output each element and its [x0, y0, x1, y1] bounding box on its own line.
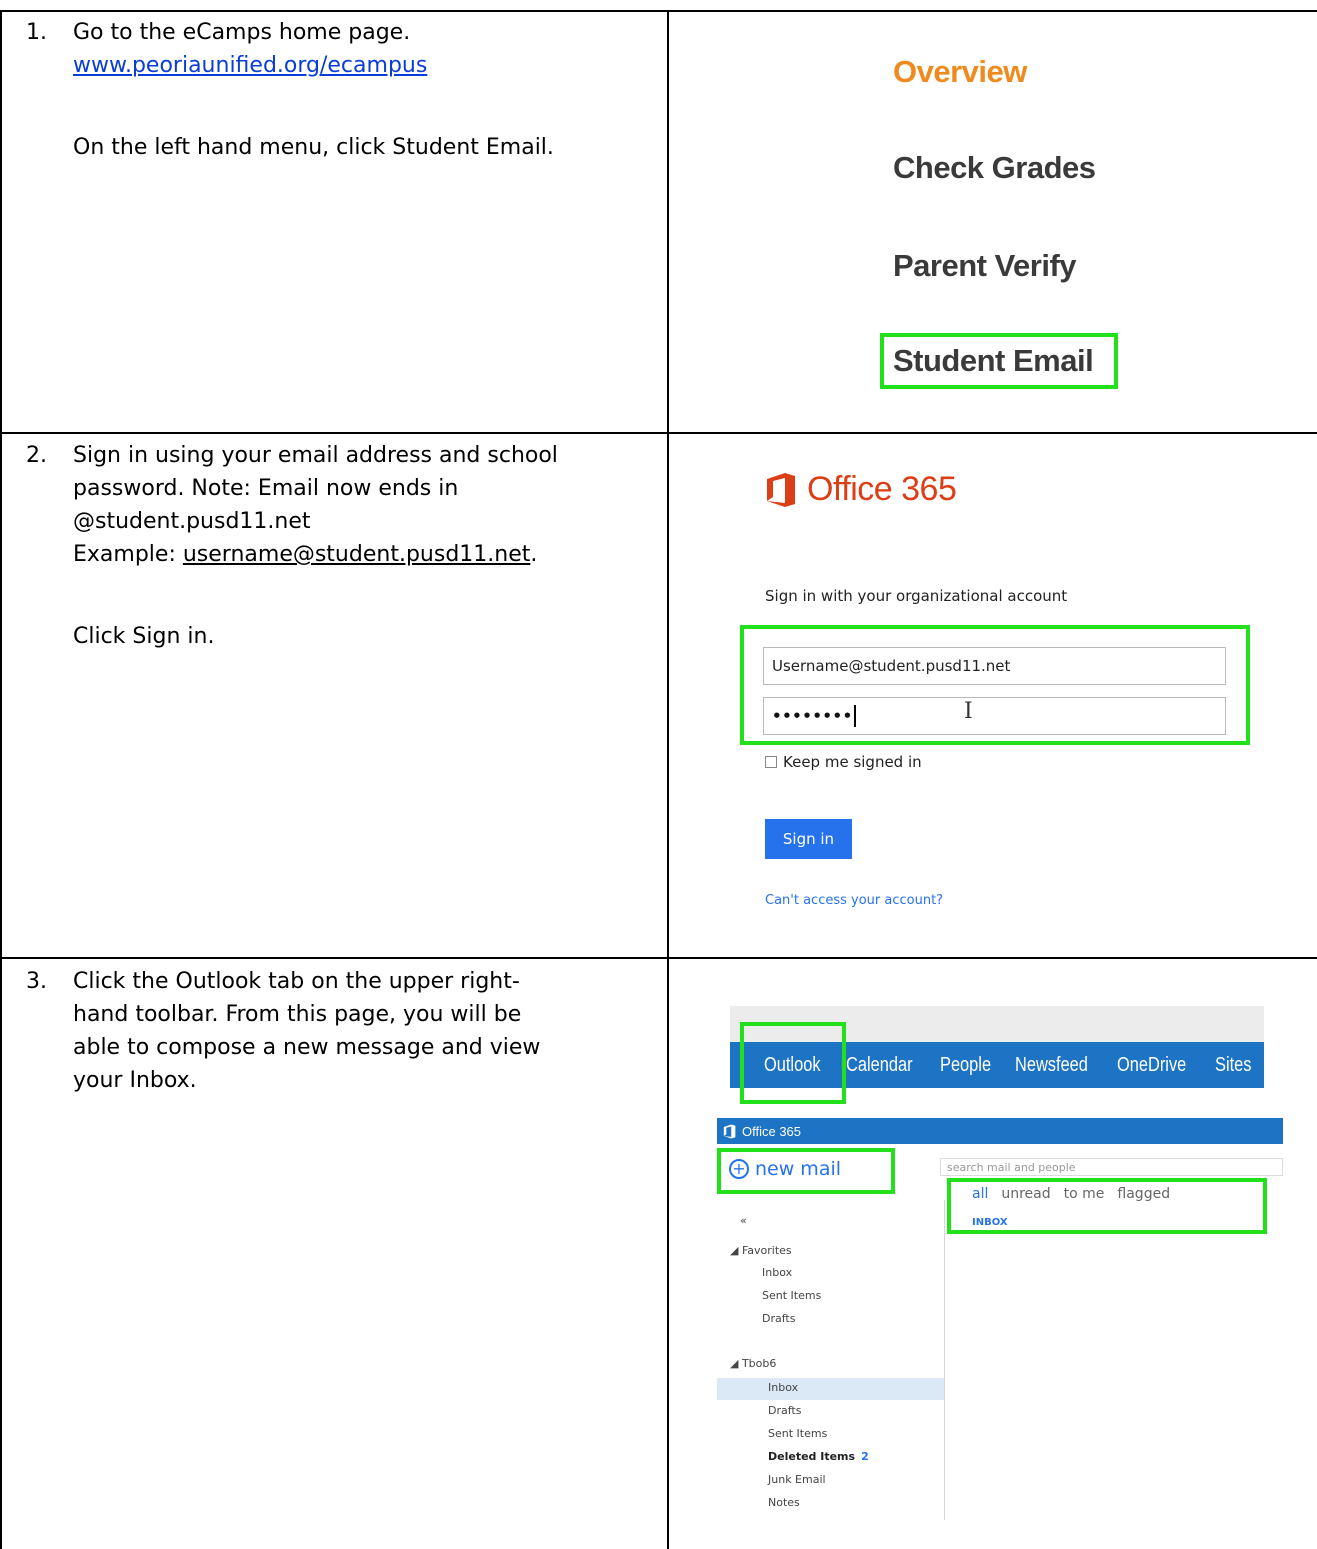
selected-folder-highlight [717, 1378, 944, 1400]
step-3-number: 3. [26, 969, 47, 994]
highlight-outlook-tab [740, 1022, 846, 1104]
nav-newsfeed[interactable]: Newsfeed [1015, 1054, 1088, 1077]
step-1-instruction: On the left hand menu, click Student Ema… [73, 135, 554, 160]
menu-item-check-grades[interactable]: Check Grades [893, 150, 1096, 186]
table-border-top [0, 10, 1317, 12]
signin-heading: Sign in with your organizational account [765, 587, 1068, 605]
office-icon-small [723, 1124, 736, 1138]
office365-logo-text: Office 365 [807, 470, 957, 508]
nav-people[interactable]: People [940, 1054, 991, 1077]
keep-signed-in-checkbox[interactable] [765, 756, 777, 768]
highlight-new-mail [717, 1148, 895, 1194]
folder-junk-email[interactable]: Junk Email [768, 1473, 826, 1486]
folder-deleted-items-label: Deleted Items [768, 1450, 856, 1463]
account-header[interactable]: ◢ Tbob6 [730, 1357, 776, 1370]
table-row-divider-1 [0, 432, 1317, 434]
example-period: . [530, 542, 538, 567]
step-1-line1: Go to the eCamps home page. [73, 20, 411, 45]
example-label: Example: [73, 542, 183, 567]
office-icon [767, 472, 795, 507]
step-3-line3: able to compose a new message and view [73, 1035, 541, 1060]
nav-sites[interactable]: Sites [1215, 1054, 1251, 1077]
example-email: username@student.pusd11.net [182, 542, 531, 567]
step-1-number: 1. [26, 20, 47, 45]
highlight-credentials [740, 625, 1250, 745]
step-2-line1: Sign in using your email address and sch… [73, 443, 558, 468]
step-2-line2: password. Note: Email now ends in [73, 476, 459, 501]
nav-more-icon[interactable]: ••• [1272, 1057, 1284, 1073]
nav-calendar[interactable]: Calendar [846, 1054, 913, 1077]
office365-bar: Office 365 [717, 1118, 1283, 1144]
office365-logo: Office 365 [765, 470, 957, 509]
table-row-divider-2 [0, 957, 1317, 959]
keep-signed-in-label: Keep me signed in [783, 753, 922, 771]
signin-button[interactable]: Sign in [765, 819, 852, 859]
cant-access-link[interactable]: Can't access your account? [765, 893, 943, 908]
office365-bar-label: Office 365 [742, 1123, 802, 1139]
folder-pane-divider [944, 1200, 945, 1520]
menu-item-overview[interactable]: Overview [893, 54, 1027, 90]
folder-drafts[interactable]: Drafts [768, 1404, 801, 1417]
table-border-left [0, 10, 2, 1549]
step-3-line2: hand toolbar. From this page, you will b… [73, 1002, 522, 1027]
step-3-line1: Click the Outlook tab on the upper right… [73, 969, 520, 994]
collapse-icon[interactable]: « [740, 1214, 747, 1227]
favorite-drafts[interactable]: Drafts [762, 1312, 795, 1325]
table-column-divider [667, 10, 669, 1549]
folder-sent-items[interactable]: Sent Items [768, 1427, 827, 1440]
deleted-count-badge: 2 [861, 1450, 869, 1463]
step-2-number: 2. [26, 443, 47, 468]
favorite-sent-items[interactable]: Sent Items [762, 1289, 821, 1302]
nav-onedrive[interactable]: OneDrive [1117, 1054, 1186, 1077]
menu-item-parent-verify[interactable]: Parent Verify [893, 248, 1077, 284]
folder-deleted-items[interactable]: Deleted Items 2 [768, 1450, 869, 1463]
step-2-instruction: Click Sign in. [73, 624, 215, 649]
step-2-line3: @student.pusd11.net [73, 509, 311, 534]
highlight-student-email [880, 333, 1118, 389]
highlight-inbox-filters [947, 1178, 1267, 1234]
step-2-example: Example: username@student.pusd11.net. [73, 538, 537, 571]
folder-notes[interactable]: Notes [768, 1496, 800, 1509]
ecampus-link[interactable]: www.peoriaunified.org/ecampus [73, 49, 427, 82]
step-3-line4: your Inbox. [73, 1068, 197, 1093]
folder-inbox[interactable]: Inbox [768, 1381, 798, 1394]
favorite-inbox[interactable]: Inbox [762, 1266, 792, 1279]
search-input[interactable]: search mail and people [940, 1158, 1283, 1176]
favorites-header[interactable]: ◢ Favorites [730, 1244, 792, 1257]
